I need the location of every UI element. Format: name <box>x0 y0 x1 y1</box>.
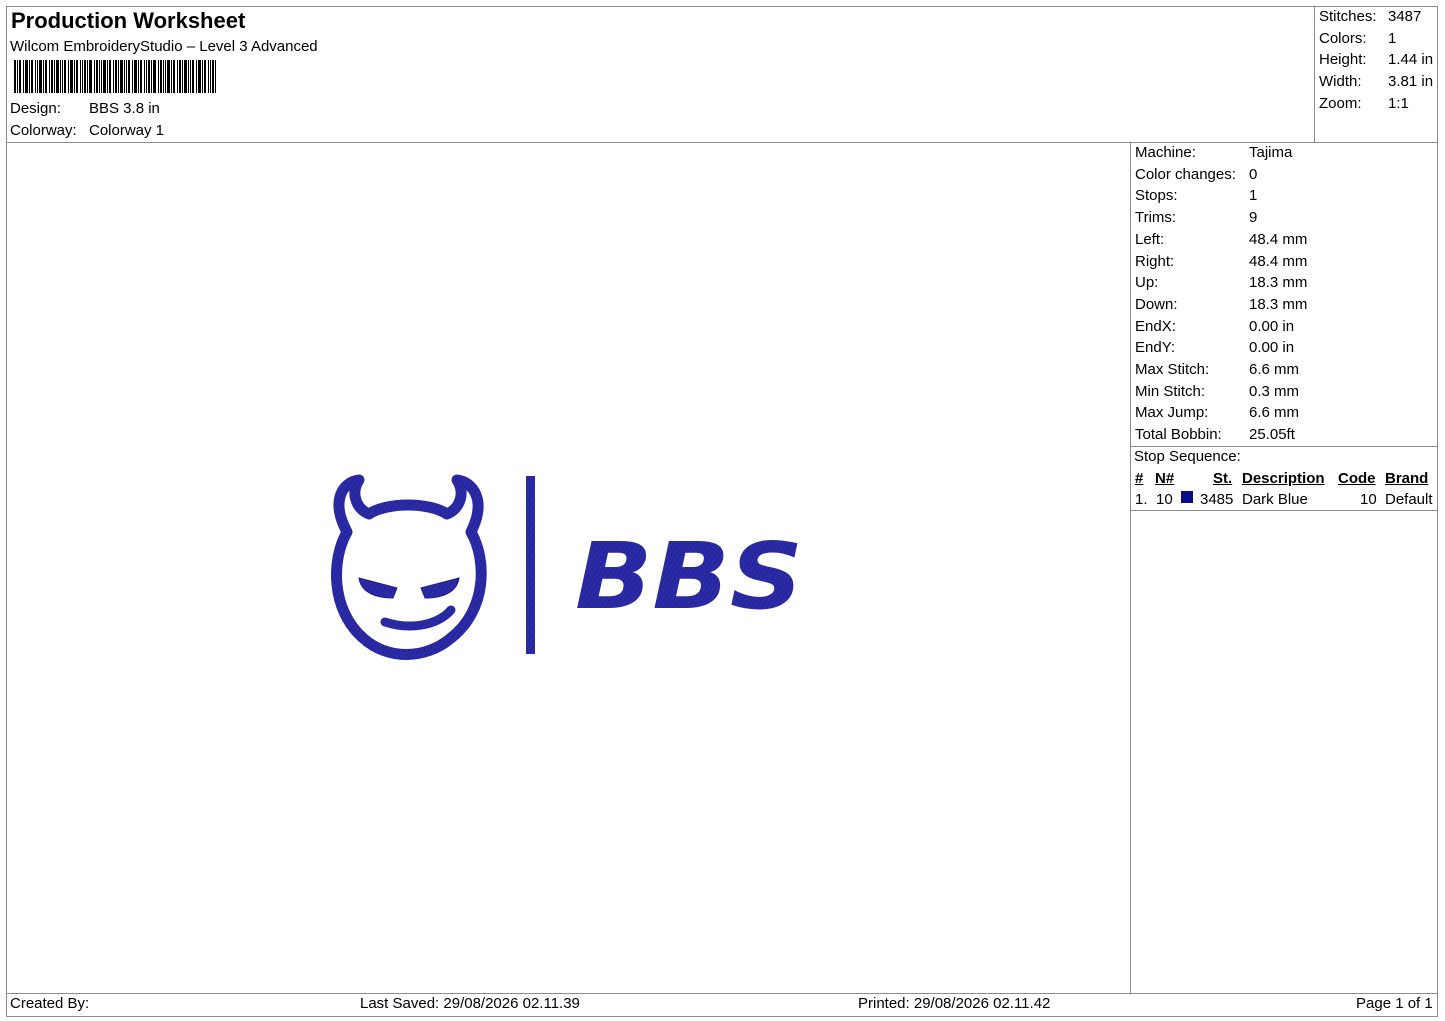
machine-info-value: 0.3 mm <box>1249 382 1300 400</box>
software-name: Wilcom EmbroideryStudio – Level 3 Advanc… <box>10 38 318 55</box>
printed-date: Printed: 29/08/2026 02.11.42 <box>858 995 1051 1012</box>
machine-info-label: Color changes: <box>1135 165 1236 183</box>
design-value: BBS 3.8 in <box>89 100 160 117</box>
machine-info-label: EndX: <box>1135 317 1176 335</box>
info-panel-divider <box>1130 142 1131 994</box>
stat-value: 1 <box>1388 29 1397 47</box>
machine-info-value: 18.3 mm <box>1249 274 1308 292</box>
colorway-value: Colorway 1 <box>89 122 165 139</box>
stat-value: 3.81 in <box>1388 73 1434 91</box>
stop-table-divider <box>1130 510 1438 511</box>
col-header-needle: N# <box>1155 470 1175 487</box>
divider-bar <box>526 476 535 654</box>
page-title: Production Worksheet <box>11 8 246 33</box>
row-num: 1. <box>1135 491 1148 508</box>
stat-value: 1.44 in <box>1388 51 1434 69</box>
col-header-brand: Brand <box>1385 470 1429 487</box>
machine-info-label: Max Jump: <box>1135 404 1209 422</box>
col-header-num: # <box>1135 470 1144 487</box>
machine-info-label: Machine: <box>1135 144 1196 161</box>
machine-info-label: EndY: <box>1135 339 1176 357</box>
stat-value: 3487 <box>1388 8 1422 25</box>
col-header-code: Code <box>1338 470 1376 487</box>
row-needle: 10 <box>1156 491 1173 508</box>
info-stop-divider <box>1130 446 1438 447</box>
design-label: Design: <box>10 100 61 117</box>
stat-label: Stitches: <box>1319 8 1377 25</box>
stop-sequence-title: Stop Sequence: <box>1134 448 1241 465</box>
stat-label: Width: <box>1319 73 1362 91</box>
machine-info-value: 0.00 in <box>1249 317 1295 335</box>
col-header-stitches: St. <box>1213 470 1233 487</box>
machine-info-value: 9 <box>1249 209 1258 227</box>
created-by: Created By: <box>10 995 90 1012</box>
page-number: Page 1 of 1 <box>1356 995 1433 1012</box>
machine-info-value: 48.4 mm <box>1249 230 1308 248</box>
machine-info-label: Min Stitch: <box>1135 382 1206 400</box>
machine-info-label: Stops: <box>1135 187 1178 205</box>
machine-info-label: Down: <box>1135 295 1178 313</box>
header-divider <box>6 142 1438 143</box>
machine-info-label: Max Stitch: <box>1135 361 1210 378</box>
row-code: 10 <box>1360 491 1377 508</box>
machine-info-value: 6.6 mm <box>1249 361 1300 378</box>
machine-info-value: 0.00 in <box>1249 339 1295 357</box>
stat-label: Colors: <box>1319 29 1367 47</box>
machine-info-value: Tajima <box>1249 144 1293 161</box>
thread-color-swatch <box>1181 491 1193 503</box>
machine-info-value: 25.05ft <box>1249 426 1295 444</box>
row-description: Dark Blue <box>1242 491 1308 508</box>
stat-label: Zoom: <box>1319 94 1362 112</box>
stats-divider <box>1314 6 1315 143</box>
machine-info-value: 18.3 mm <box>1249 295 1308 313</box>
last-saved: Last Saved: 29/08/2026 02.11.39 <box>360 995 580 1012</box>
design-text: BBS <box>575 523 803 630</box>
row-stitches: 3485 <box>1200 491 1234 508</box>
stat-value: 1:1 <box>1388 94 1409 112</box>
embroidery-design-preview: BBS <box>330 474 803 660</box>
machine-info-value: 1 <box>1249 187 1258 205</box>
machine-info-label: Trims: <box>1135 209 1177 227</box>
machine-info-label: Up: <box>1135 274 1159 292</box>
barcode <box>14 60 216 93</box>
machine-info-label: Total Bobbin: <box>1135 426 1222 444</box>
machine-info-value: 6.6 mm <box>1249 404 1300 422</box>
colorway-label: Colorway: <box>10 122 77 139</box>
col-header-description: Description <box>1242 470 1325 487</box>
stat-label: Height: <box>1319 51 1367 69</box>
row-brand: Default <box>1385 491 1433 508</box>
machine-info-label: Left: <box>1135 230 1165 248</box>
footer-divider <box>6 993 1438 994</box>
devil-face-icon <box>330 474 487 660</box>
machine-info-label: Right: <box>1135 252 1175 270</box>
machine-info-value: 0 <box>1249 165 1258 183</box>
machine-info-value: 48.4 mm <box>1249 252 1308 270</box>
